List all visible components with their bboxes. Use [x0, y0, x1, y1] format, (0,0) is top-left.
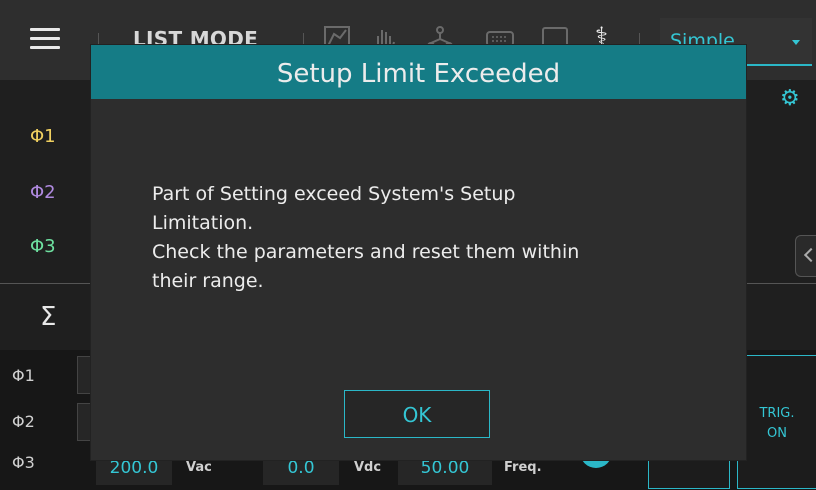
phase-2-field[interactable] — [77, 403, 92, 441]
phase-2-label[interactable]: Φ2 — [30, 182, 56, 203]
message-line: Limitation. — [152, 212, 254, 234]
setup-limit-dialog: Setup Limit Exceeded Part of Setting exc… — [91, 45, 746, 460]
dialog-title: Setup Limit Exceeded — [91, 45, 746, 99]
chevron-down-icon — [792, 40, 800, 45]
vac-unit: Vac — [186, 460, 212, 475]
vdc-unit: Vdc — [354, 460, 382, 475]
freq-unit: Freq. — [504, 460, 542, 475]
trig-on-label: TRIG. ON — [759, 406, 795, 441]
phase-1-field[interactable] — [77, 356, 92, 394]
ok-button[interactable]: OK — [344, 390, 490, 438]
phase-3-label[interactable]: Φ3 — [30, 236, 56, 257]
menu-icon[interactable] — [30, 28, 60, 50]
sum-label[interactable]: Σ — [40, 302, 56, 332]
message-line: their range. — [152, 270, 264, 292]
bottom-phase-3-label: Φ3 — [12, 453, 35, 472]
gear-icon[interactable]: ⚙ — [780, 86, 800, 111]
side-panel-toggle[interactable] — [795, 235, 816, 277]
message-line: Check the parameters and reset them with… — [152, 241, 580, 263]
message-line: Part of Setting exceed System's Setup — [152, 183, 516, 205]
phase-1-label[interactable]: Φ1 — [30, 126, 56, 147]
dialog-message: Part of Setting exceed System's Setup Li… — [152, 180, 672, 296]
bottom-phase-2-label: Φ2 — [12, 412, 35, 431]
bottom-phase-1-label: Φ1 — [12, 366, 35, 385]
